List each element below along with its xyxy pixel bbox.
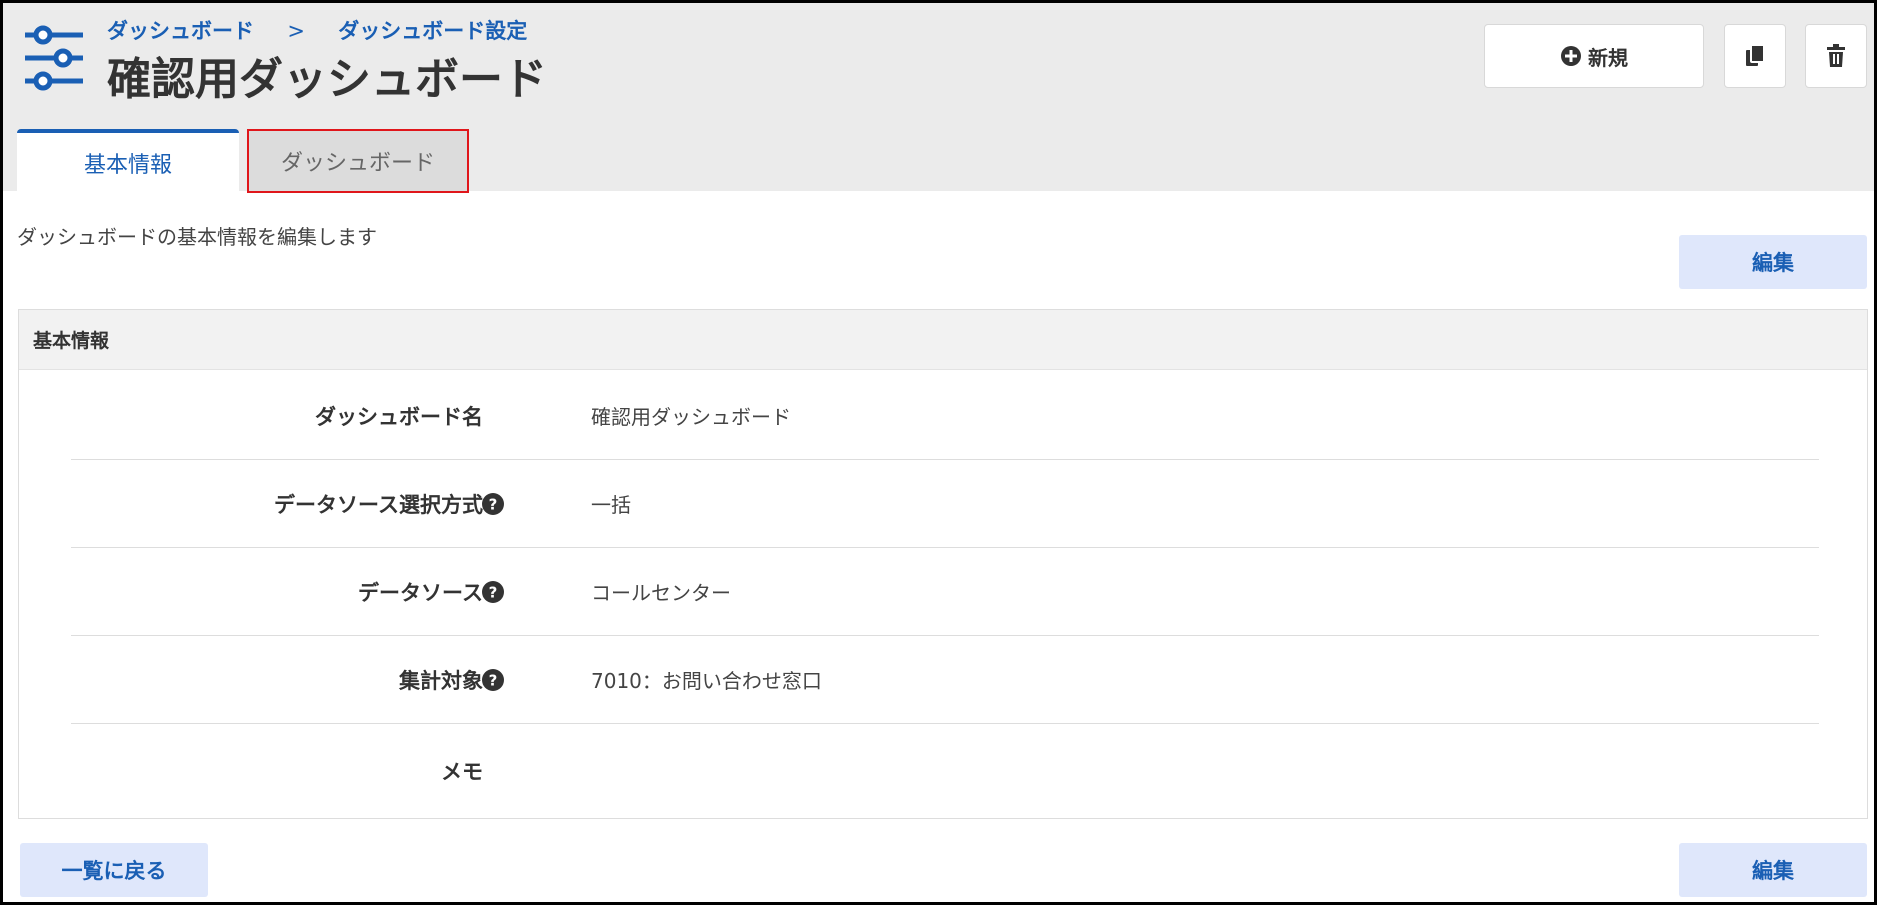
panel-title: 基本情報 xyxy=(19,310,1867,370)
page-description: ダッシュボードの基本情報を編集します xyxy=(17,225,377,249)
edit-button[interactable]: 編集 xyxy=(1679,235,1867,289)
row-value: コールセンター xyxy=(591,581,731,605)
svg-text:?: ? xyxy=(489,583,498,601)
plus-circle-icon xyxy=(1561,46,1581,66)
help-icon[interactable]: ? xyxy=(481,548,505,635)
new-button-label: 新規 xyxy=(1588,45,1628,70)
breadcrumb-item-dashboard-settings[interactable]: ダッシュボード設定 xyxy=(338,19,527,43)
svg-text:?: ? xyxy=(489,671,498,689)
breadcrumb-separator: > xyxy=(287,19,305,43)
info-row-datasource: データソース ? コールセンター xyxy=(71,548,1819,636)
tab-basic-info[interactable]: 基本情報 xyxy=(17,129,239,193)
info-row-aggregation-target: 集計対象 ? 7010：お問い合わせ窓口 xyxy=(71,636,1819,724)
row-value: 確認用ダッシュボード xyxy=(591,405,791,429)
svg-text:?: ? xyxy=(489,495,498,513)
help-icon[interactable]: ? xyxy=(481,460,505,547)
row-label: ダッシュボード名 xyxy=(315,404,483,429)
breadcrumb-item-dashboard[interactable]: ダッシュボード xyxy=(107,19,254,43)
app-frame: ダッシュボード > ダッシュボード設定 確認用ダッシュボード 新規 基本情報 ダ… xyxy=(0,0,1877,905)
copy-button[interactable] xyxy=(1724,24,1786,88)
trash-icon xyxy=(1827,44,1845,67)
row-value: 一括 xyxy=(591,493,631,517)
row-value: 7010：お問い合わせ窓口 xyxy=(591,669,822,693)
tab-dashboard[interactable]: ダッシュボード xyxy=(247,129,469,193)
settings-sliders-icon xyxy=(25,25,83,91)
edit-button[interactable]: 編集 xyxy=(1679,843,1867,897)
row-label: データソース xyxy=(358,580,483,605)
page-title: 確認用ダッシュボード xyxy=(107,54,547,105)
info-row-dashboard-name: ダッシュボード名 確認用ダッシュボード xyxy=(71,372,1819,460)
basic-info-panel: 基本情報 ダッシュボード名 確認用ダッシュボード データソース選択方式 ? 一括… xyxy=(18,309,1868,819)
info-row-datasource-selection: データソース選択方式 ? 一括 xyxy=(71,460,1819,548)
row-label: メモ xyxy=(441,760,483,784)
info-row-memo: メモ xyxy=(71,724,1819,818)
new-button[interactable]: 新規 xyxy=(1484,24,1704,88)
breadcrumb: ダッシュボード > ダッシュボード設定 xyxy=(107,15,527,45)
back-to-list-button[interactable]: 一覧に戻る xyxy=(20,843,208,897)
row-label: 集計対象 xyxy=(399,668,483,693)
copy-icon xyxy=(1746,44,1765,66)
help-icon[interactable]: ? xyxy=(481,636,505,723)
row-label: データソース選択方式 xyxy=(274,492,483,517)
delete-button[interactable] xyxy=(1805,24,1867,88)
page-header: ダッシュボード > ダッシュボード設定 確認用ダッシュボード 新規 基本情報 ダ… xyxy=(3,3,1874,193)
